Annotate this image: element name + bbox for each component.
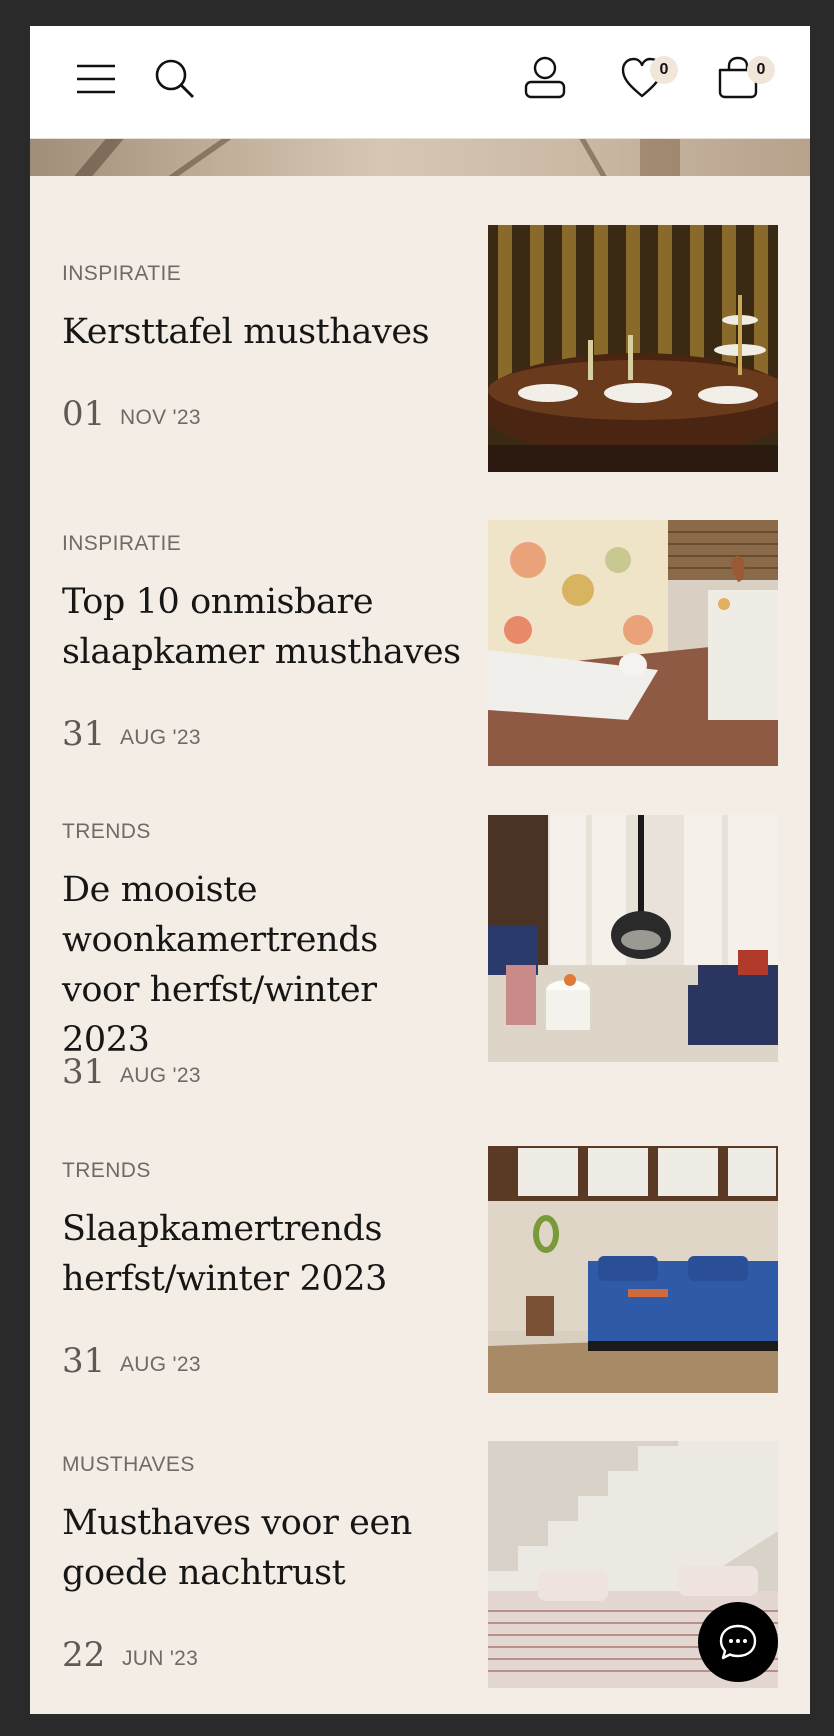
article-month: AUG '23 <box>120 1353 201 1376</box>
article-day: 22 <box>62 1635 106 1675</box>
article-day: 31 <box>62 1052 106 1092</box>
search-icon[interactable] <box>154 58 196 100</box>
hero-image <box>30 139 810 176</box>
article-thumbnail[interactable] <box>488 520 778 766</box>
user-icon[interactable] <box>522 56 568 100</box>
wishlist-count-badge: 0 <box>650 56 678 84</box>
article-category: INSPIRATIE <box>62 262 182 285</box>
article-day: 31 <box>62 714 106 754</box>
article-month: AUG '23 <box>120 1064 201 1087</box>
article-title[interactable]: Kersttafel musthaves <box>62 307 462 357</box>
menu-icon[interactable] <box>75 62 117 96</box>
article-month: NOV '23 <box>120 406 201 429</box>
article-category: TRENDS <box>62 1159 151 1182</box>
article-month: AUG '23 <box>120 726 201 749</box>
article-day: 01 <box>62 394 106 434</box>
page-frame: 0 0 INSPIRATIE Kersttafel musthaves 01 N… <box>30 26 810 1714</box>
article-month: JUN '23 <box>122 1647 199 1670</box>
article-thumbnail[interactable] <box>488 815 778 1062</box>
cart-count-badge: 0 <box>747 56 775 84</box>
article-title[interactable]: Top 10 onmisbare slaapkamer musthaves <box>62 577 462 677</box>
chat-button[interactable] <box>698 1602 778 1682</box>
article-thumbnail[interactable] <box>488 1146 778 1393</box>
article-day: 31 <box>62 1341 106 1381</box>
article-category: MUSTHAVES <box>62 1453 195 1476</box>
article-thumbnail[interactable] <box>488 225 778 472</box>
article-title[interactable]: Slaapkamertrends herfst/winter 2023 <box>62 1204 462 1304</box>
article-category: INSPIRATIE <box>62 532 182 555</box>
article-title[interactable]: Musthaves voor een goede nachtrust <box>62 1498 462 1598</box>
article-category: TRENDS <box>62 820 151 843</box>
article-title[interactable]: De mooiste woonkamertrends voor herfst/w… <box>62 865 462 1065</box>
site-header: 0 0 <box>30 26 810 139</box>
